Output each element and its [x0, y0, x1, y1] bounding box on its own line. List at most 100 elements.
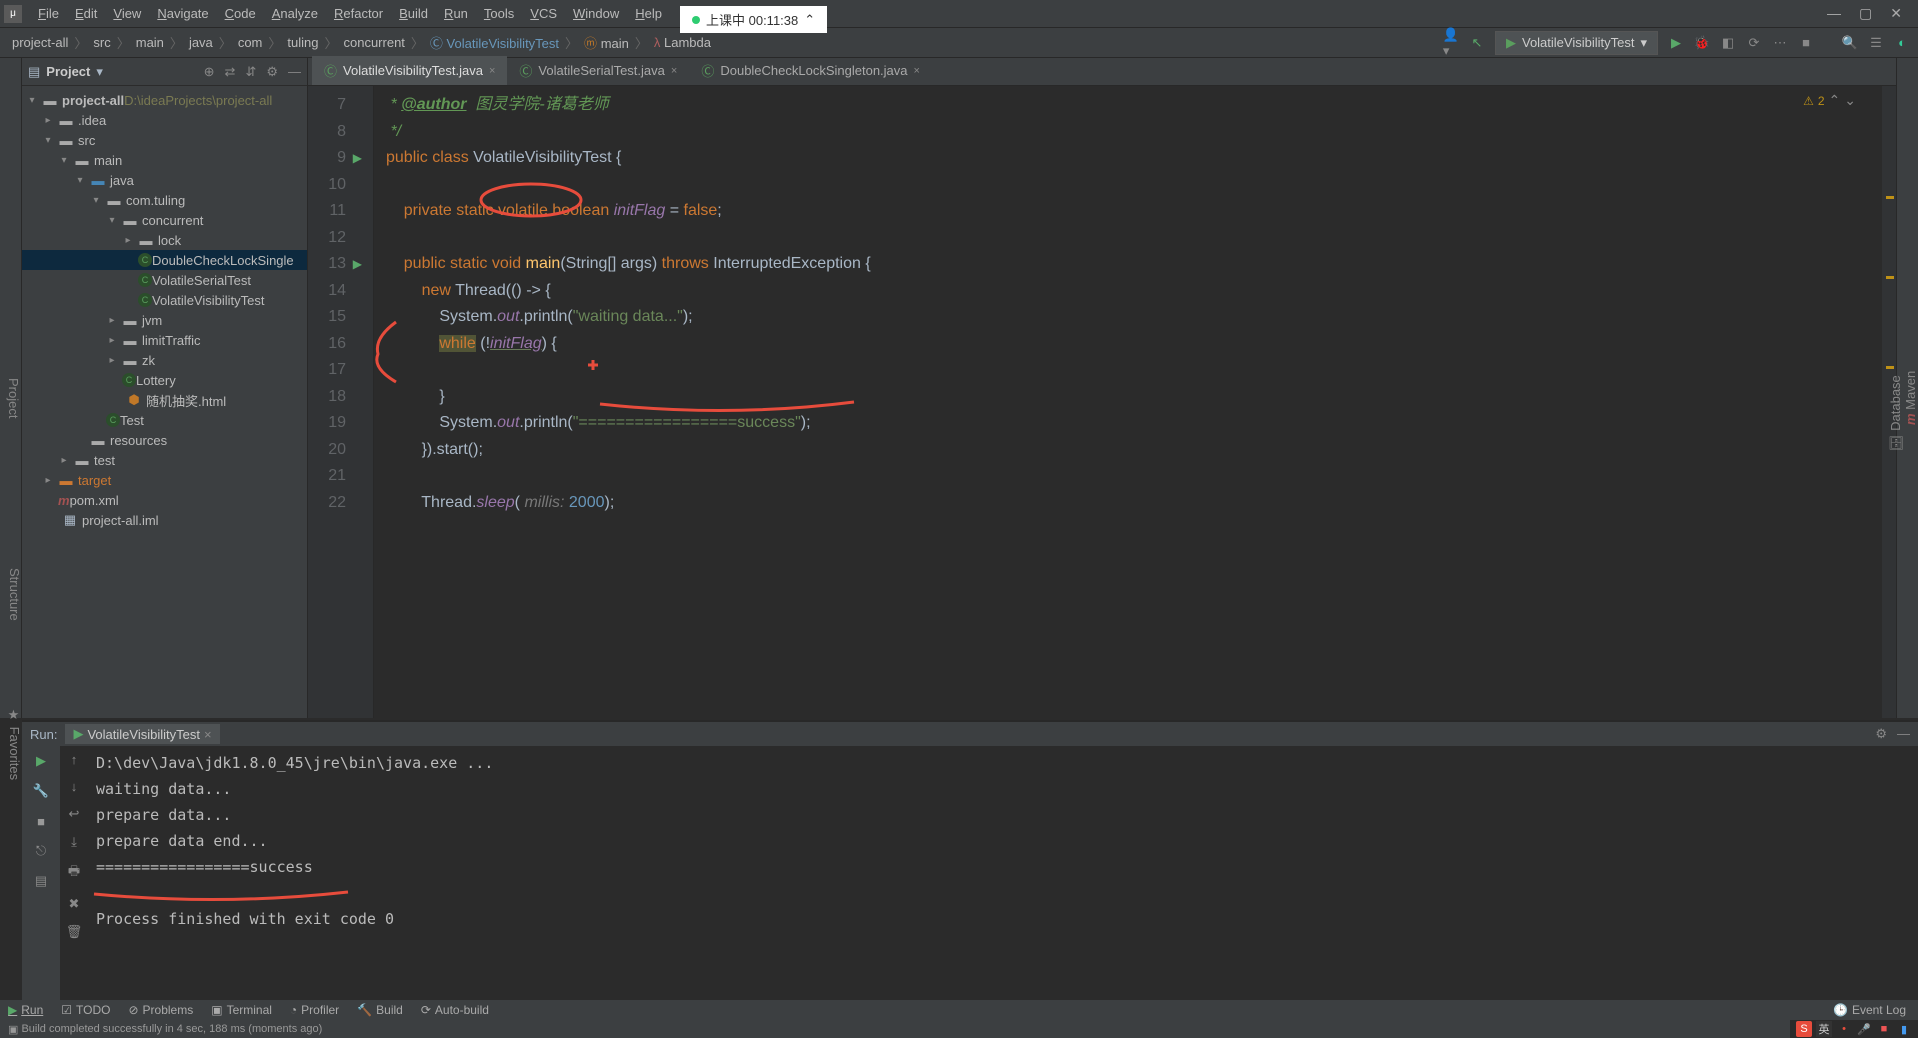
close-button[interactable]: ✕ [1890, 5, 1902, 22]
tree-root[interactable]: ▾▬project-all D:\ideaProjects\project-al… [22, 90, 307, 110]
hide-icon[interactable]: — [288, 64, 301, 80]
console-output[interactable]: D:\dev\Java\jdk1.8.0_45\jre\bin\java.exe… [88, 746, 1918, 1000]
settings-icon[interactable]: ☰ [1868, 35, 1884, 51]
tray-dot-icon[interactable]: • [1836, 1021, 1852, 1037]
print-icon[interactable]: 🖶 [68, 862, 80, 884]
menu-tools[interactable]: Tools [476, 2, 522, 25]
minimize-button[interactable]: — [1827, 5, 1841, 22]
tree-package-jvm[interactable]: ▸▬jvm [22, 310, 307, 330]
expand-icon[interactable]: ⇄ [225, 64, 236, 80]
chevron-down-icon[interactable]: ▾ [96, 64, 103, 80]
menu-code[interactable]: Code [217, 2, 264, 25]
tree-folder-target[interactable]: ▸▬target [22, 470, 307, 490]
structure-rail[interactable]: Structure [0, 560, 22, 621]
favorites-rail[interactable]: ★ Favorites [0, 700, 22, 780]
database-tool-button[interactable]: 🗄 Database [1888, 108, 1903, 718]
breadcrumb[interactable]: project-all [8, 35, 72, 50]
tree-file-iml[interactable]: ▦project-all.iml [22, 510, 307, 530]
menu-window[interactable]: Window [565, 2, 627, 25]
debug-button[interactable]: 🐞 [1694, 35, 1710, 51]
run-button[interactable]: ▶ [1668, 35, 1684, 51]
tree-folder-src[interactable]: ▾▬src [22, 130, 307, 150]
code-area[interactable]: * @author 图灵学院-诸葛老师 */public class Volat… [374, 86, 1882, 718]
run-tab[interactable]: ▶ VolatileVisibilityTest × [65, 724, 219, 744]
scroll-icon[interactable]: ⤓ [71, 834, 77, 850]
tray-app-icon[interactable]: ■ [1876, 1021, 1892, 1037]
bt-todo[interactable]: ☑ TODO [61, 1003, 110, 1017]
breadcrumb-class[interactable]: Ⓒ VolatileVisibilityTest [426, 33, 563, 52]
gear-icon[interactable]: ⚙ [1875, 726, 1887, 742]
bt-profiler[interactable]: ◔ Profiler [290, 1003, 339, 1017]
tray-app-icon[interactable]: ▮ [1896, 1021, 1912, 1037]
tree-folder-test[interactable]: ▸▬test [22, 450, 307, 470]
breadcrumb[interactable]: main [132, 35, 168, 50]
tree-file-html[interactable]: ⬢随机抽奖.html [22, 390, 307, 410]
tree-folder-resources[interactable]: ▬resources [22, 430, 307, 450]
breadcrumb[interactable]: concurrent [339, 35, 408, 50]
menu-run[interactable]: Run [436, 2, 476, 25]
fold-strip[interactable] [354, 86, 374, 718]
tree-package-limit[interactable]: ▸▬limitTraffic [22, 330, 307, 350]
tree-folder-main[interactable]: ▾▬main [22, 150, 307, 170]
exit-button[interactable]: ⎋ [32, 842, 50, 860]
next-warning-icon[interactable]: ⌄ [1844, 92, 1856, 109]
tab-visibility[interactable]: ⒸVolatileVisibilityTest.java× [312, 56, 507, 85]
tree-package-concurrent[interactable]: ▾▬concurrent [22, 210, 307, 230]
breadcrumb[interactable]: tuling [283, 35, 322, 50]
add-user-icon[interactable]: 👤▾ [1443, 35, 1459, 51]
search-icon[interactable]: 🔍 [1842, 35, 1858, 51]
recording-overlay[interactable]: 上课中 00:11:38 ⌃ [680, 6, 827, 33]
attach-button[interactable]: ⋯ [1772, 35, 1788, 51]
close-icon[interactable]: × [489, 65, 495, 77]
ime-icon[interactable]: S [1796, 1021, 1812, 1037]
menu-build[interactable]: Build [391, 2, 436, 25]
gear-icon[interactable]: ⚙ [266, 64, 278, 80]
rerun-button[interactable]: ▶ [32, 752, 50, 770]
tab-doublecheck[interactable]: ⒸDoubleCheckLockSingleton.java× [689, 56, 932, 85]
up-icon[interactable]: ↑ [71, 752, 78, 767]
lang-icon[interactable]: 英 [1816, 1021, 1832, 1037]
breadcrumb-method[interactable]: ⓜ main [580, 33, 633, 52]
locate-icon[interactable]: ⊕ [204, 64, 215, 80]
breadcrumb-lambda[interactable]: λ Lambda [650, 35, 715, 50]
stop-button[interactable]: ■ [32, 812, 50, 830]
down-icon[interactable]: ↓ [71, 779, 78, 794]
run-config-dropdown[interactable]: ▶ VolatileVisibilityTest ▾ [1495, 31, 1658, 55]
tree-package-zk[interactable]: ▸▬zk [22, 350, 307, 370]
clear-icon[interactable]: ✖ [69, 896, 80, 912]
tab-serial[interactable]: ⒸVolatileSerialTest.java× [507, 56, 689, 85]
tree-file[interactable]: C DoubleCheckLockSingle [22, 250, 307, 270]
breadcrumb[interactable]: com [234, 35, 267, 50]
project-tree[interactable]: ▾▬project-all D:\ideaProjects\project-al… [22, 86, 307, 718]
close-icon[interactable]: × [914, 65, 920, 77]
bt-autobuild[interactable]: ⟳ Auto-build [421, 1003, 489, 1017]
close-icon[interactable]: × [671, 65, 677, 77]
bt-problems[interactable]: ⊘ Problems [128, 1003, 193, 1017]
tree-file[interactable]: C VolatileVisibilityTest [22, 290, 307, 310]
bt-eventlog[interactable]: 🕒 Event Log [1833, 1003, 1906, 1017]
menu-help[interactable]: Help [627, 2, 670, 25]
editor-body[interactable]: 789▶10111213▶141516171819202122 * @autho… [308, 86, 1896, 718]
inspection-indicator[interactable]: ⚠ 2 ⌃ ⌄ [1803, 92, 1856, 109]
tool-button[interactable]: 🔧 [32, 782, 50, 800]
mic-icon[interactable]: 🎤 [1856, 1021, 1872, 1037]
collapse-icon[interactable]: ⇵ [245, 64, 256, 80]
hide-icon[interactable]: — [1897, 726, 1910, 742]
maven-tool-button[interactable]: m Maven [1903, 78, 1918, 718]
tree-folder-idea[interactable]: ▸▬.idea [22, 110, 307, 130]
tree-file-lottery[interactable]: C Lottery [22, 370, 307, 390]
stop-button[interactable]: ■ [1798, 35, 1814, 51]
menu-refactor[interactable]: Refactor [326, 2, 391, 25]
breadcrumb[interactable]: java [185, 35, 217, 50]
bt-terminal[interactable]: ▣ Terminal [211, 1003, 272, 1017]
line-gutter[interactable]: 789▶10111213▶141516171819202122 [308, 86, 354, 718]
tree-package-lock[interactable]: ▸▬lock [22, 230, 307, 250]
menu-navigate[interactable]: Navigate [149, 2, 216, 25]
trash-icon[interactable]: 🗑 [66, 924, 83, 940]
breadcrumb[interactable]: src [89, 35, 114, 50]
soft-wrap-icon[interactable]: ↩ [69, 806, 80, 822]
menu-analyze[interactable]: Analyze [264, 2, 326, 25]
tree-file-pom[interactable]: m pom.xml [22, 490, 307, 510]
assist-icon[interactable]: ◐ [1894, 35, 1910, 51]
bt-run[interactable]: ▶ Run [8, 1003, 43, 1017]
